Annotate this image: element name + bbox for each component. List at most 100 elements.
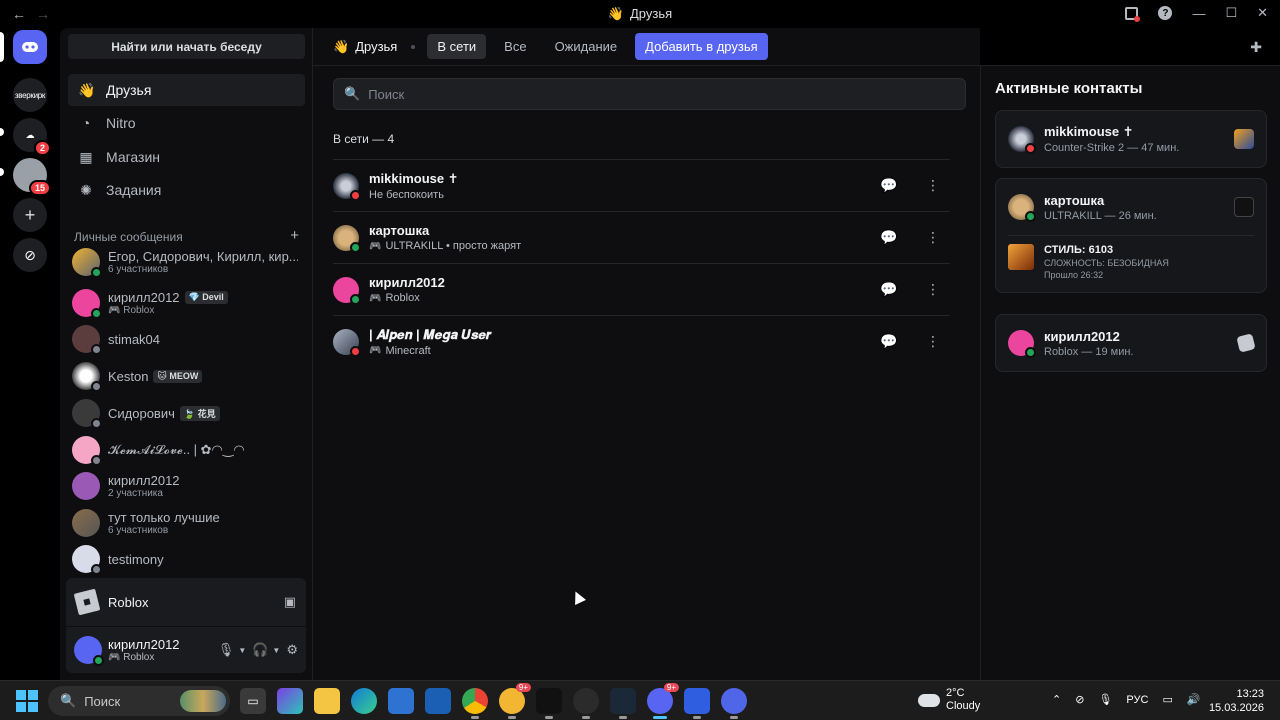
minimize-button[interactable]: — (1192, 6, 1205, 21)
friends-search: 🔍 (333, 78, 966, 110)
microphone-icon[interactable]: 🎙 (1098, 693, 1112, 706)
close-button[interactable]: ✕ (1257, 5, 1268, 21)
activity-panel[interactable]: Roblox ▣ (66, 578, 306, 626)
more-icon[interactable]: ⋮ (916, 273, 950, 307)
screen-share-icon[interactable]: ▣ (284, 594, 296, 610)
taskbar-search[interactable]: 🔍 Поиск (48, 686, 230, 716)
headphones-icon: 🎧 (252, 642, 269, 657)
discord-home-button[interactable] (13, 30, 47, 64)
edge-icon[interactable] (351, 688, 377, 714)
server-badge: 15 (28, 180, 51, 196)
dm-item[interactable]: кирилл2012 2 участника (72, 468, 305, 504)
clock[interactable]: 13:23 15.03.2026 (1209, 687, 1264, 715)
nav-nitro[interactable]: ◔ Nitro (68, 107, 305, 139)
message-icon[interactable]: 💬 (872, 325, 906, 359)
dm-item[interactable]: 𝓚𝓮𝓶𝓐𝓲𝓛𝓸𝓿𝓮.. | ✿◠‿◠ (72, 432, 305, 468)
network-off-icon[interactable]: ⊘ (1075, 693, 1084, 706)
more-icon[interactable]: ⋮ (916, 221, 950, 255)
active-card[interactable]: картошка ULTRAKILL — 26 мин. СТИЛЬ: 6103 … (995, 178, 1267, 293)
status-dnd (350, 189, 361, 201)
task-view-icon[interactable]: ▭ (240, 688, 266, 714)
chevron-up-icon[interactable]: ⌃ (1052, 693, 1061, 706)
create-dm-icon[interactable]: + (290, 228, 299, 244)
roblox-taskbar-icon[interactable] (684, 688, 710, 719)
server-cloud-icon[interactable]: ☁ 2 (13, 118, 51, 156)
inbox-icon[interactable] (1125, 6, 1141, 22)
gear-icon[interactable]: ⚙ (286, 642, 298, 658)
friend-row[interactable]: картошка 🎮 ULTRAKILL • просто жарят 💬 ⋮ (333, 211, 950, 263)
dm-item[interactable]: Егор, Сидорович, Кирилл, кир... 6 участни… (72, 244, 305, 280)
friend-name: кирилл2012 (369, 275, 445, 290)
find-conversation-button[interactable]: Найти или начать беседу (68, 34, 305, 59)
game-art (1008, 244, 1034, 270)
window-title-text: Друзья (630, 6, 673, 21)
help-icon[interactable]: ? (1158, 6, 1173, 20)
more-icon[interactable]: ⋮ (916, 169, 950, 203)
friend-activity-text: ULTRAKILL • просто жарят (385, 240, 522, 252)
active-sub: Roblox — 19 мин. (1044, 345, 1134, 358)
photoshop-icon[interactable] (277, 688, 303, 714)
dm-item[interactable]: тут только лучшие 6 участников (72, 505, 305, 541)
obs-icon[interactable] (573, 688, 599, 719)
explore-icon[interactable]: ⊘ (13, 238, 47, 272)
language-indicator[interactable]: РУС (1126, 694, 1148, 706)
status-online (91, 308, 102, 319)
user-avatar[interactable] (74, 636, 104, 666)
store-icon[interactable] (388, 688, 414, 714)
friend-row[interactable]: | 𝑨𝒍𝒑𝒆𝒏 | 𝑴𝒆𝒈𝒂 𝑼𝒔𝒆𝒓 🎮 Minecraft 💬 ⋮ (333, 315, 950, 367)
game-launcher-icon[interactable] (536, 688, 562, 719)
dm-item[interactable]: testimony (72, 541, 305, 577)
server-text-icon[interactable]: зверкирк (13, 78, 47, 112)
new-group-dm-icon[interactable]: ✚ (1250, 39, 1262, 56)
app-icon[interactable] (721, 688, 747, 719)
steam-icon[interactable] (610, 688, 636, 719)
friend-row[interactable]: mikkimouse ✝ Не беспокоить 💬 ⋮ (333, 159, 950, 211)
active-now-title: Активные контакты (995, 80, 1143, 97)
avatar (333, 328, 361, 357)
search-input[interactable] (368, 86, 949, 102)
user-panel: кирилл2012 🎮 Roblox 🎙 ▼ 🎧 ▼ ⚙ (66, 627, 306, 673)
volume-icon[interactable]: 🔊 (1187, 693, 1201, 706)
friends-icon: 👋 (607, 6, 624, 21)
avatar (72, 289, 102, 319)
headphones-button[interactable]: 🎧 ▼ (252, 642, 280, 658)
discord-taskbar-icon[interactable]: 9+ (647, 683, 679, 719)
active-card[interactable]: mikkimouse ✝ Counter-Strike 2 — 47 мин. (995, 110, 1267, 168)
dm-tag: 🍃 花見 (179, 405, 220, 421)
nav-shop[interactable]: ▦ Магазин (68, 141, 305, 173)
start-button[interactable] (16, 690, 38, 712)
chevron-down-icon[interactable]: ▼ (272, 646, 280, 655)
microphone-button[interactable]: 🎙 ▼ (218, 642, 246, 658)
app-badge: 9+ (663, 683, 679, 692)
emoji-app-icon[interactable]: 9+ (499, 683, 531, 719)
add-server-icon[interactable]: + (13, 198, 47, 232)
message-icon[interactable]: 💬 (872, 273, 906, 307)
dm-item[interactable]: кирилл2012 💎 Devil 🎮 Roblox (72, 285, 305, 321)
more-icon[interactable]: ⋮ (916, 325, 950, 359)
display-icon[interactable]: ▭ (1162, 693, 1172, 706)
message-icon[interactable]: 💬 (872, 221, 906, 255)
tab-online[interactable]: В сети (427, 34, 487, 59)
outlook-icon[interactable] (425, 688, 451, 714)
chevron-down-icon[interactable]: ▼ (238, 646, 246, 655)
active-sub: ULTRAKILL — 26 мин. (1044, 209, 1157, 222)
friend-row[interactable]: кирилл2012 🎮 Roblox 💬 ⋮ (333, 263, 950, 315)
online-count: В сети — 4 (333, 132, 395, 146)
file-explorer-icon[interactable] (314, 688, 340, 714)
dm-item[interactable]: Сидорович 🍃 花見 (72, 395, 305, 431)
message-icon[interactable]: 💬 (872, 169, 906, 203)
dm-item[interactable]: stimak04 (72, 321, 305, 357)
maximize-button[interactable]: ☐ (1225, 5, 1237, 21)
active-card[interactable]: кирилл2012 Roblox — 19 мин. (995, 314, 1267, 372)
nav-friends[interactable]: 👋 Друзья (68, 74, 305, 106)
tab-all[interactable]: Все (494, 34, 536, 59)
server-folder-icon[interactable]: 15 (13, 158, 51, 196)
dm-tag: 🐱 MEOW (153, 369, 203, 383)
app-badge: 9+ (515, 683, 531, 692)
nav-quests[interactable]: ✺ Задания (68, 174, 305, 206)
chrome-icon[interactable] (462, 688, 488, 719)
add-friend-button[interactable]: Добавить в друзья (635, 33, 768, 60)
weather-widget[interactable]: 2°C Cloudy (918, 687, 980, 713)
tab-pending[interactable]: Ожидание (545, 34, 628, 59)
dm-item[interactable]: Keston 🐱 MEOW (72, 358, 305, 394)
